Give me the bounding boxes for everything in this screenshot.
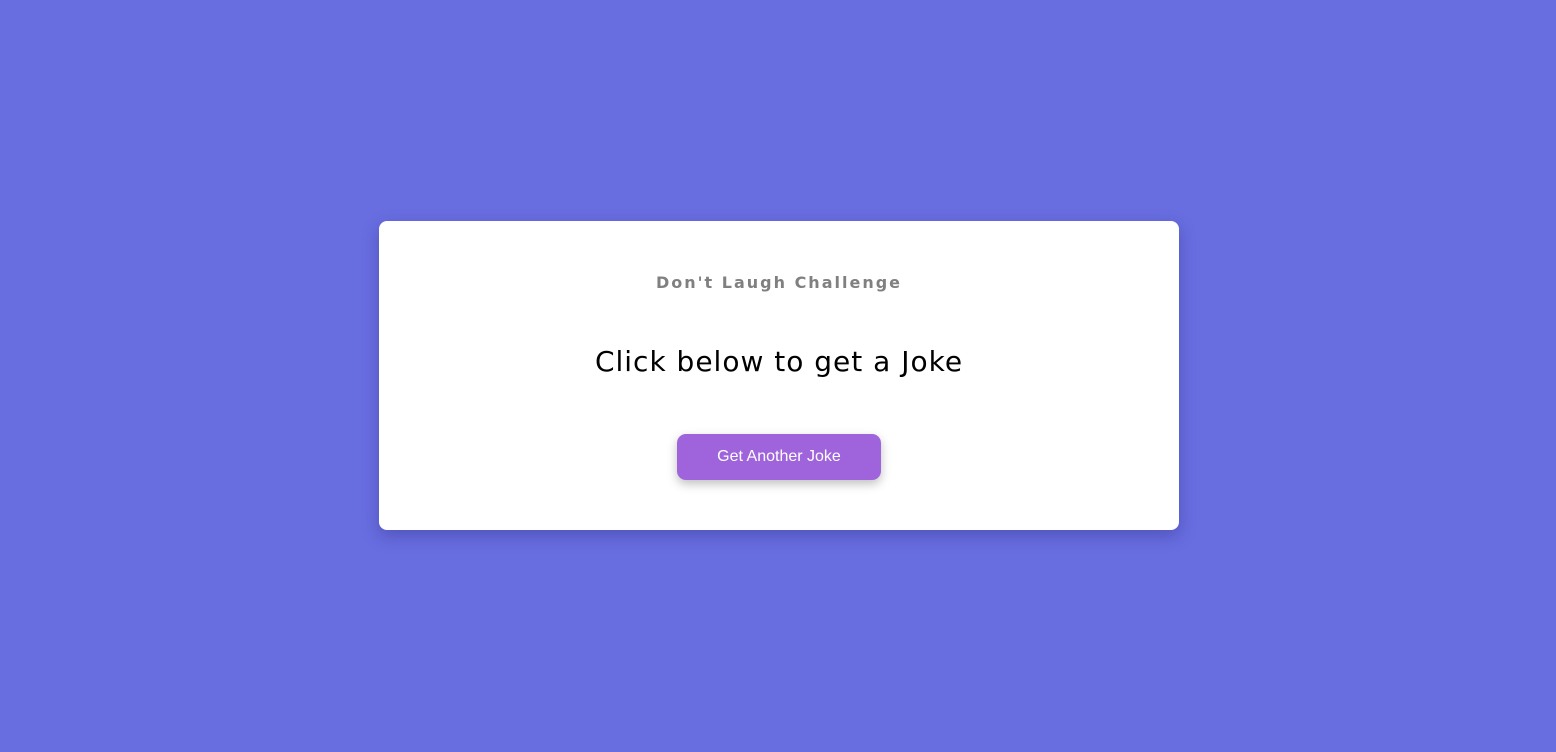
- joke-card: Don't Laugh Challenge Click below to get…: [379, 221, 1179, 530]
- card-heading: Don't Laugh Challenge: [655, 273, 903, 292]
- get-another-joke-button[interactable]: Get Another Joke: [677, 434, 881, 480]
- joke-text: Click below to get a Joke: [594, 345, 964, 378]
